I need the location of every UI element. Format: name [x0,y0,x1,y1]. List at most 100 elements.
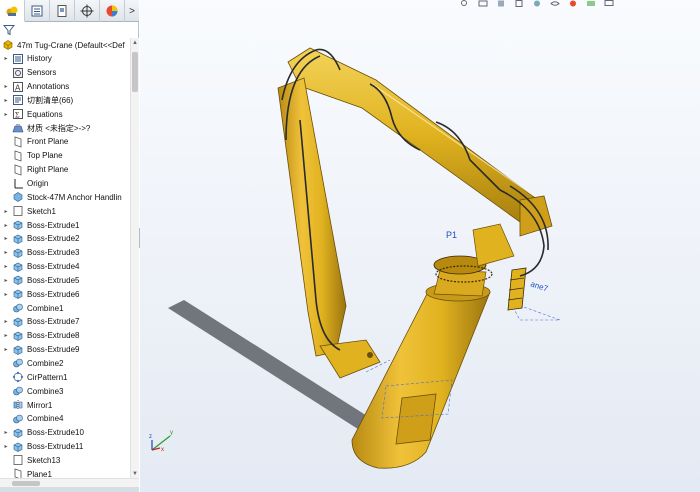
tree-item[interactable]: ▸ Sketch1 [0,204,130,218]
tree-item[interactable]: ▸ A Annotations [0,80,130,94]
expand-arrow-icon[interactable]: ▸ [0,222,12,229]
expand-arrow-icon[interactable]: ▸ [0,55,12,62]
tree-item-label: Plane1 [27,469,52,478]
expand-arrow-icon[interactable]: ▸ [0,208,12,215]
tree-item-label: Boss-Extrude8 [27,331,80,341]
tree-horizontal-scrollbar[interactable] [0,478,139,487]
tree-item[interactable]: Stock-47M Anchor Handlin [0,190,130,204]
graphics-viewport[interactable]: P1 ane7 x y z [140,0,700,492]
expand-arrow-icon[interactable]: ▸ [0,97,12,104]
root-label: 47m Tug-Crane (Default<<Def [17,40,125,50]
expand-arrow-icon[interactable]: ▸ [0,83,12,90]
scroll-thumb[interactable] [132,52,138,92]
tree-item[interactable]: ▸ Boss-Extrude1 [0,218,130,232]
tree-item-label: Sketch13 [27,455,61,465]
tree-item[interactable]: ▸ Boss-Extrude8 [0,329,130,343]
tree-item[interactable]: Right Plane [0,163,130,177]
tree-item[interactable]: ▸ Boss-Extrude2 [0,232,130,246]
tree-root-part[interactable]: 47m Tug-Crane (Default<<Def [0,38,139,52]
tree-item[interactable]: ▸ Boss-Extrude3 [0,246,130,260]
triad-y-label: y [170,430,173,436]
tree-item[interactable]: 材质 <未指定>->? [0,121,130,135]
expand-arrow-icon[interactable]: ▸ [0,346,12,353]
tree-item-label: Boss-Extrude6 [27,289,80,299]
part-icon [3,40,13,50]
tree-vertical-scrollbar[interactable]: ▲ ▼ [130,38,139,478]
expand-arrow-icon[interactable]: ▸ [0,277,12,284]
circular-pattern-icon [12,371,24,383]
tree-item-label: Boss-Extrude7 [27,317,80,327]
tree-item-label: Boss-Extrude5 [27,275,80,285]
tree-item[interactable]: ▸ Boss-Extrude4 [0,260,130,274]
hscroll-thumb[interactable] [12,481,40,486]
tree-item-label: Boss-Extrude11 [27,442,84,452]
tree-item[interactable]: ▸ Boss-Extrude11 [0,440,130,454]
sketch-icon [12,454,24,466]
mirror-icon [12,399,24,411]
tree-item[interactable]: Plane1 [0,467,130,478]
tree-item[interactable]: ▸ Boss-Extrude6 [0,287,130,301]
expand-arrow-icon[interactable]: ▸ [0,318,12,325]
tree-item-label: Boss-Extrude9 [27,345,80,355]
more-tabs-button[interactable]: > [125,0,139,22]
tree-item-label: Combine2 [27,358,64,368]
tree-item-label: Mirror1 [27,400,53,410]
expand-arrow-icon[interactable]: ▸ [0,235,12,242]
expand-arrow-icon[interactable]: ▸ [0,443,12,450]
tree-item-label: 材质 <未指定>->? [27,123,91,133]
scroll-up-icon[interactable]: ▲ [131,38,139,47]
tab-dimxpert-manager[interactable] [75,0,100,22]
tree-item-label: Combine3 [27,386,64,396]
origin-icon [12,178,24,190]
tree-item[interactable]: Mirror1 [0,398,130,412]
tree-item-label: 切割清单(66) [27,95,74,105]
plane-icon [12,136,24,148]
plane-label-left: P1 [446,230,457,240]
tree-item[interactable]: Sensors [0,66,130,80]
tree-item[interactable]: ▸ Boss-Extrude10 [0,426,130,440]
tree-item[interactable]: Combine2 [0,357,130,371]
tree-item[interactable]: ▸ Σ Equations [0,107,130,121]
combine-icon [12,357,24,369]
cut-list-icon [12,94,24,106]
coordinate-triad: x y z [149,430,173,453]
tree-item[interactable]: Front Plane [0,135,130,149]
tree-item-label: Boss-Extrude2 [27,234,80,244]
expand-arrow-icon[interactable]: ▸ [0,263,12,270]
stock-part-icon [12,191,24,203]
boss-extrude-icon [12,219,24,231]
tree-item-label: Right Plane [27,165,69,175]
tree-item[interactable]: Combine3 [0,384,130,398]
expand-arrow-icon[interactable]: ▸ [0,291,12,298]
tree-item[interactable]: Origin [0,177,130,191]
expand-arrow-icon[interactable]: ▸ [0,111,12,118]
tree-item[interactable]: CirPattern1 [0,370,130,384]
expand-arrow-icon[interactable]: ▸ [0,429,12,436]
crane-model-scene[interactable]: P1 ane7 x y z [140,0,700,492]
expand-arrow-icon[interactable]: ▸ [0,332,12,339]
tree-item[interactable]: ▸ Boss-Extrude9 [0,343,130,357]
tree-item[interactable]: ▸ Boss-Extrude7 [0,315,130,329]
tree-item[interactable]: Combine4 [0,412,130,426]
tree-item[interactable]: ▸ History [0,52,130,66]
tree-item-label: Sketch1 [27,206,56,216]
tree-item[interactable]: Top Plane [0,149,130,163]
tab-property-manager[interactable] [25,0,50,22]
tab-display-manager[interactable] [100,0,125,22]
boss-extrude-icon [12,441,24,453]
expand-arrow-icon[interactable]: ▸ [0,249,12,256]
configuration-manager-icon [57,5,67,17]
scroll-down-icon[interactable]: ▼ [131,469,139,478]
tree-item[interactable]: ▸ Boss-Extrude5 [0,274,130,288]
lower-arm[interactable] [277,77,381,379]
tab-feature-manager[interactable] [0,0,25,22]
filter-bar[interactable] [0,22,139,38]
tree-item[interactable]: Combine1 [0,301,130,315]
tree-item[interactable]: ▸ 切割清单(66) [0,94,130,108]
tree-item[interactable]: Sketch13 [0,453,130,467]
feature-manager-panel: > 47m Tug-Crane (Default<<Def ▸ History Se… [0,0,139,492]
tab-configuration-manager[interactable] [50,0,75,22]
crane-column[interactable] [351,223,515,469]
sketch-icon [12,205,24,217]
tree-item-label: Annotations [27,82,70,92]
